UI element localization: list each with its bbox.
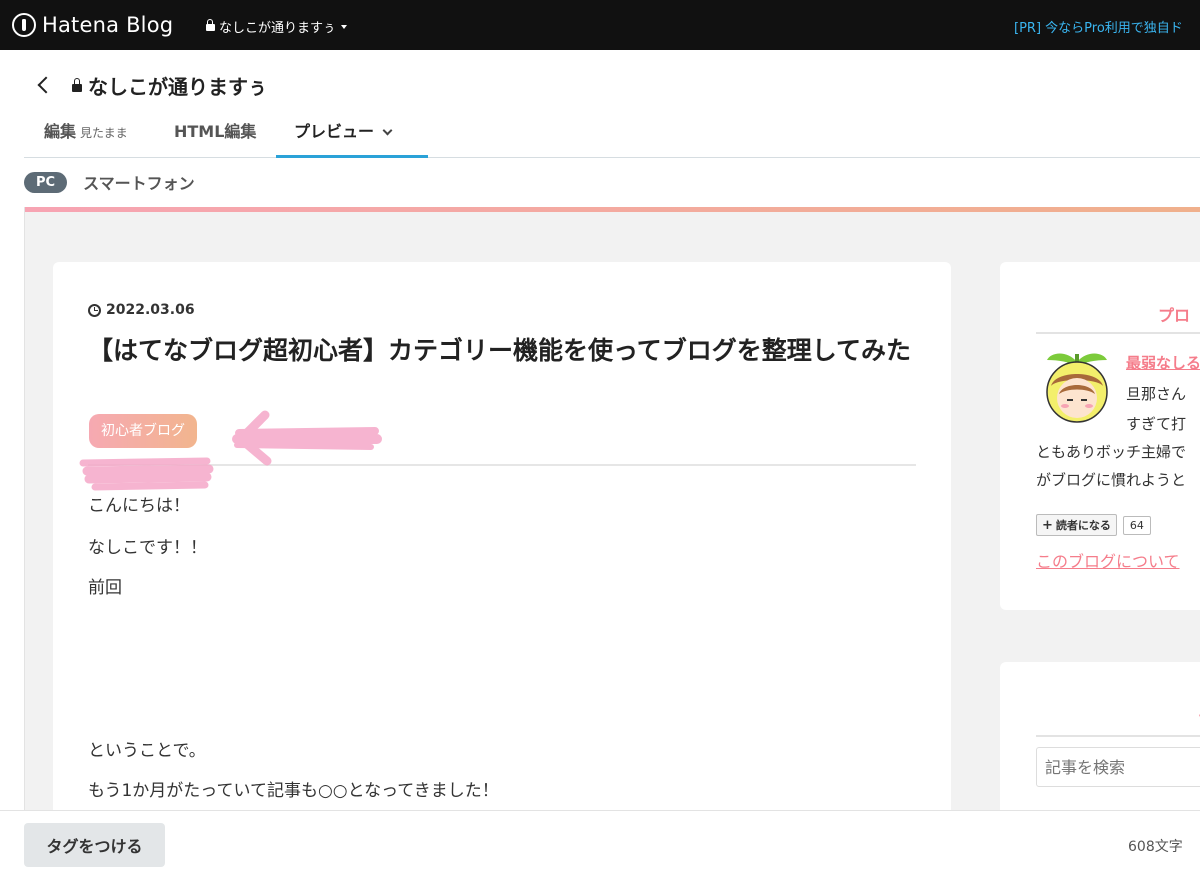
search-module: そ [1000, 662, 1200, 810]
device-pc-button[interactable]: PC [24, 171, 68, 193]
paragraph: なしこです！！ [88, 538, 207, 558]
tab-html-edit-label: HTML編集 [174, 122, 257, 141]
editor-mode-tabs: 編集 見たまま HTML編集 プレビュー [24, 108, 1200, 158]
tab-visual-edit-label: 編集 [44, 122, 77, 141]
tab-visual-edit-sub: 見たまま [80, 126, 128, 140]
back-chevron-icon[interactable] [36, 73, 56, 97]
editor-footer: タグをつける 608文字 [0, 810, 1200, 874]
profile-divider [1036, 332, 1200, 334]
device-switcher: PC スマートフォン [24, 170, 195, 194]
lock-icon [206, 19, 215, 31]
preview-frame[interactable]: 2022.03.06 【はてなブログ超初心者】カテゴリー機能を使ってブログを整理… [24, 207, 1200, 810]
tab-html-edit[interactable]: HTML編集 [174, 118, 256, 158]
profile-description-line: 旦那さん [1126, 385, 1187, 403]
subscribe-button[interactable]: + 読者になる [1036, 514, 1117, 536]
pr-link[interactable]: [PR] 今ならPro利用で独自ド [1014, 17, 1183, 36]
profile-description-line: がブログに慣れようと [1036, 471, 1187, 489]
paragraph: もう1か月がたっていて記事も○○となってきました！ [88, 781, 499, 801]
profile-module: プロ 最弱なしる 旦那さん すぎて打 ともありボッチ主婦で がブログに慣れようと… [1000, 262, 1200, 610]
profile-description-line: ともありボッチ主婦で [1036, 443, 1187, 461]
caret-down-icon [340, 24, 347, 29]
search-input[interactable] [1036, 747, 1200, 787]
editor-blog-title: なしこが通りますぅ [72, 71, 267, 100]
avatar [1046, 353, 1108, 423]
subscribe-label: 読者になる [1055, 519, 1111, 532]
tab-visual-edit[interactable]: 編集 見たまま [44, 118, 128, 158]
device-smartphone-button[interactable]: スマートフォン [83, 170, 195, 194]
pink-annotation-arrow [79, 410, 382, 491]
logo-text: Hatena Blog [42, 13, 174, 37]
hatena-logo-icon [12, 13, 36, 37]
profile-description-line: すぎて打 [1126, 415, 1187, 433]
profile-name-link[interactable]: 最弱なしる [1126, 352, 1200, 373]
add-tag-button[interactable]: タグをつける [24, 823, 165, 867]
chevron-down-icon [382, 125, 393, 136]
subscriber-count: 64 [1122, 515, 1151, 535]
character-count: 608文字 [1128, 839, 1183, 855]
blog-switcher-label: なしこが通りますぅ [219, 21, 336, 36]
top-navigation-bar: Hatena Blog なしこが通りますぅ [PR] 今ならPro利用で独自ド [0, 0, 1200, 50]
blog-switcher[interactable]: なしこが通りますぅ [206, 17, 347, 36]
lock-icon [72, 77, 82, 92]
profile-heading: プロ [1158, 306, 1191, 325]
tab-preview[interactable]: プレビュー [276, 118, 428, 158]
paragraph: 前回 [88, 578, 122, 598]
subscribe-widget: + 読者になる 64 [1036, 514, 1151, 536]
search-divider [1036, 735, 1200, 737]
paragraph: ということで。 [88, 741, 206, 761]
tab-preview-label: プレビュー [294, 122, 375, 141]
about-blog-link[interactable]: このブログについて [1036, 548, 1180, 572]
editor-blog-title-text: なしこが通りますぅ [88, 75, 268, 99]
hatena-blog-logo[interactable]: Hatena Blog [12, 13, 173, 37]
plus-icon: + [1042, 517, 1053, 533]
